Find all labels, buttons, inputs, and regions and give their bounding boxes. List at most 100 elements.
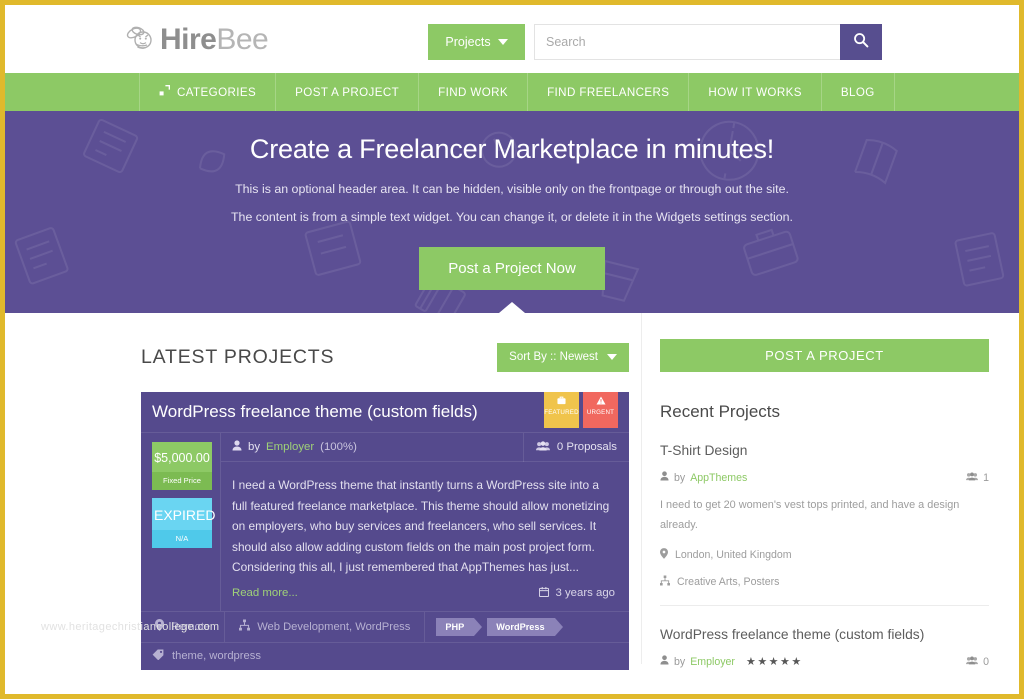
bee-icon (125, 25, 157, 55)
recent-project-rating-stars: ★★★★★ (745, 656, 803, 669)
recent-projects-title: Recent Projects (660, 402, 780, 421)
recent-project-author[interactable]: Employer (690, 656, 735, 668)
main-navigation: CATEGORIES POST A PROJECT FIND WORK FIND… (5, 73, 1019, 111)
map-pin-icon (155, 619, 164, 634)
hero-title: Create a Freelancer Marketplace in minut… (249, 134, 775, 164)
page-content: LATEST PROJECTS Sort By :: Newest WordPr… (5, 313, 1019, 670)
post-a-project-button[interactable]: POST A PROJECT (660, 339, 989, 372)
nav-item-how-it-works[interactable]: HOW IT WORKS (689, 73, 822, 111)
tag-icon (152, 649, 164, 663)
recent-project-author[interactable]: AppThemes (690, 472, 747, 484)
skill-tag[interactable]: WordPress (487, 617, 563, 636)
map-pin-icon (660, 548, 668, 562)
section-header: LATEST PROJECTS Sort By :: Newest (5, 339, 641, 375)
recent-project-count-label: 0 (983, 655, 989, 668)
recent-project-meta: by AppThemes 1 (660, 471, 989, 484)
page-root: HireBee Projects Search CATEGORIES POST … (0, 0, 1024, 699)
project-categories[interactable]: Web Development, WordPress (225, 611, 426, 642)
project-meta-row: by Employer (100%) 0 Proposals (221, 432, 629, 462)
list-item[interactable]: WordPress freelance theme (custom fields… (660, 606, 989, 684)
recent-project-name[interactable]: T-Shirt Design (660, 441, 989, 461)
user-icon (232, 440, 242, 454)
read-more-link[interactable]: Read more... (232, 587, 298, 599)
recent-project-count-label: 1 (983, 471, 989, 484)
list-item[interactable]: T-Shirt Design by AppThemes 1 I need to … (660, 422, 989, 607)
recent-project-location-label: London, United Kingdom (675, 549, 792, 562)
site-logo[interactable]: HireBee (125, 20, 269, 60)
project-proposals: 0 Proposals (522, 432, 629, 462)
hero-line-1: This is an optional header area. It can … (235, 182, 789, 196)
nav-item-find-freelancers[interactable]: FIND FREELANCERS (528, 73, 690, 111)
sort-by-dropdown[interactable]: Sort By :: Newest (497, 342, 629, 372)
project-card-body: $5,000.00 Fixed Price EXPIRED N/A by Emp… (141, 432, 629, 611)
nav-item-label: CATEGORIES (177, 85, 257, 99)
projects-dropdown-label: Projects (445, 35, 491, 49)
post-a-project-now-button[interactable]: Post a Project Now (419, 247, 605, 290)
sitemap-icon (239, 619, 251, 634)
calendar-icon (539, 586, 550, 600)
search-input[interactable] (534, 24, 840, 60)
featured-ribbon-label: FEATURED (544, 409, 579, 416)
users-icon (966, 472, 979, 484)
project-posted-ago-label: 3 years ago (555, 587, 615, 600)
project-card-main: by Employer (100%) 0 Proposals I need a … (221, 432, 629, 611)
hero-section: Create a Freelancer Marketplace in minut… (5, 111, 1019, 313)
recent-project-author-prefix: by (674, 471, 686, 484)
recent-project-categories: Creative Arts, Posters (660, 575, 989, 589)
latest-projects-column: LATEST PROJECTS Sort By :: Newest WordPr… (5, 313, 642, 670)
project-location[interactable]: Remote (141, 611, 226, 642)
project-author-rating: (100%) (320, 441, 357, 453)
skill-tag[interactable]: PHP (436, 617, 483, 636)
project-card-header: WordPress freelance theme (custom fields… (141, 392, 629, 432)
project-location-label: Remote (171, 620, 211, 633)
project-skills: PHP WordPress (425, 612, 576, 642)
categories-icon (159, 84, 171, 99)
user-icon (660, 655, 669, 668)
featured-ribbon: FEATURED (544, 392, 579, 428)
nav-item-blog[interactable]: BLOG (822, 73, 895, 111)
search-icon (853, 32, 869, 53)
project-tags-label[interactable]: theme, wordpress (172, 650, 261, 662)
search-form (534, 24, 882, 60)
project-badges: FEATURED URGENT (544, 392, 618, 428)
nav-item-find-work[interactable]: FIND WORK (419, 73, 529, 111)
briefcase-icon (544, 396, 579, 407)
nav-item-label: FIND WORK (438, 85, 509, 99)
project-author-prefix: by (248, 441, 261, 453)
page-title: LATEST PROJECTS (141, 345, 335, 368)
hero-line-2: The content is from a simple text widget… (230, 210, 793, 224)
project-categories-label: Web Development, WordPress (257, 620, 411, 633)
projects-dropdown[interactable]: Projects (428, 24, 525, 60)
project-card-footer: Remote Web Development, WordPress PHP Wo… (141, 610, 629, 642)
search-button[interactable] (840, 24, 882, 60)
urgent-ribbon: URGENT (583, 392, 618, 428)
recent-project-description: I need to get 20 women's vest tops print… (660, 499, 960, 532)
logo-text-secondary: Bee (216, 23, 269, 56)
project-readmore-row: Read more... 3 years ago (221, 578, 629, 611)
nav-item-categories[interactable]: CATEGORIES (139, 73, 277, 111)
recent-project-proposal-count: 1 (966, 472, 989, 484)
project-title[interactable]: WordPress freelance theme (custom fields… (152, 402, 478, 422)
user-icon (660, 471, 669, 484)
nav-item-label: BLOG (840, 85, 875, 99)
recent-project-location: London, United Kingdom (660, 548, 989, 562)
recent-project-name[interactable]: WordPress freelance theme (custom fields… (660, 625, 989, 645)
project-card-sidebar: $5,000.00 Fixed Price EXPIRED N/A (141, 433, 221, 611)
nav-item-label: POST A PROJECT (295, 85, 400, 99)
warning-icon (583, 396, 618, 407)
users-icon (966, 656, 979, 668)
recent-project-author-prefix: by (674, 655, 686, 668)
logo-text: HireBee (160, 23, 269, 56)
chevron-down-icon (497, 39, 508, 45)
project-price-badge: $5,000.00 Fixed Price (152, 442, 212, 490)
project-author: by Employer (100%) (221, 440, 523, 454)
chevron-down-icon (607, 354, 617, 360)
project-status-sub: N/A (152, 530, 212, 548)
nav-item-post-a-project[interactable]: POST A PROJECT (276, 73, 420, 111)
project-posted-ago: 3 years ago (539, 586, 615, 600)
recent-project-categories-label: Creative Arts, Posters (677, 576, 780, 589)
project-author-name[interactable]: Employer (266, 441, 314, 453)
sort-by-label: Sort By :: Newest (509, 351, 598, 363)
project-card[interactable]: WordPress freelance theme (custom fields… (141, 392, 629, 670)
project-status: EXPIRED (152, 498, 215, 530)
